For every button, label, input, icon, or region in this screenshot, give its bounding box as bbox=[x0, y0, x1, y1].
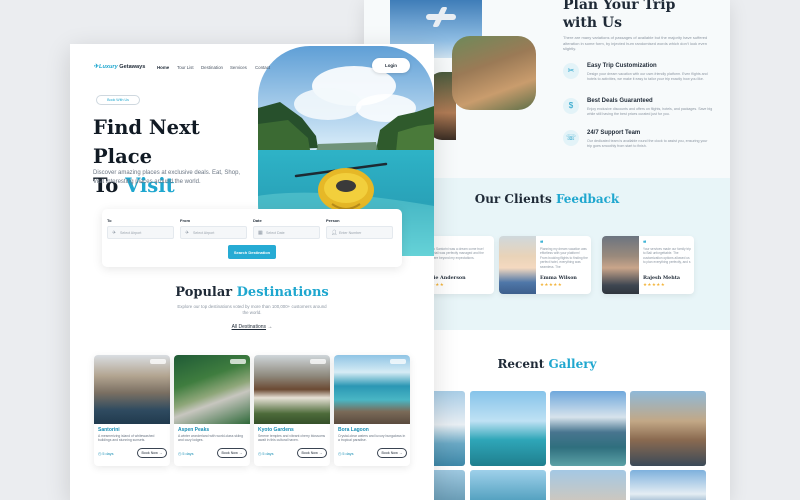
book-with-us-pill: Book With Us bbox=[96, 95, 140, 105]
nav-services[interactable]: Services bbox=[230, 65, 247, 70]
login-button[interactable]: Login bbox=[372, 58, 410, 73]
arrow-right-icon: → bbox=[267, 324, 273, 330]
feature-description: Design your dream vacation with our user… bbox=[587, 72, 708, 81]
duration-label: ◷ 5 days bbox=[338, 452, 354, 456]
search-widget: To ✈ Select Airport From ✈ Select Airpor… bbox=[102, 209, 402, 267]
reviewer-photo bbox=[602, 236, 639, 294]
gallery-photo[interactable] bbox=[630, 470, 706, 500]
plane-icon: ✈ bbox=[185, 230, 190, 236]
clock-icon: ◷ bbox=[258, 452, 262, 456]
nav-tour-list[interactable]: Tour List bbox=[177, 65, 194, 70]
all-destinations-link[interactable]: All Destinations → bbox=[70, 324, 434, 330]
clock-icon: ◷ bbox=[98, 452, 102, 456]
field-label-person: Person bbox=[326, 218, 340, 223]
popular-destinations-title: Popular Destinations bbox=[175, 285, 329, 300]
tools-icon: ✂ bbox=[563, 63, 579, 79]
destination-photo bbox=[174, 355, 250, 424]
feature-title: Best Deals Guaranteed bbox=[587, 98, 653, 104]
duration-label: ◷ 5 days bbox=[98, 452, 114, 456]
destination-card[interactable]: Kyoto Gardens Serene temples and vibrant… bbox=[254, 355, 330, 466]
dollar-icon: $ bbox=[563, 98, 579, 114]
plane-icon: ✈ bbox=[112, 230, 117, 236]
card-description: A mesmerizing island of whitewashed buil… bbox=[98, 434, 155, 443]
gallery-photo[interactable] bbox=[470, 470, 546, 500]
nav-contact[interactable]: Contact bbox=[255, 65, 270, 70]
book-now-button[interactable]: Book Now → bbox=[377, 448, 407, 458]
rating-stars: ★★★★★ bbox=[540, 282, 563, 287]
card-badge bbox=[230, 359, 246, 364]
destination-photo bbox=[254, 355, 330, 424]
destination-card[interactable]: Bora Lagoon Crystal-clear waters and lux… bbox=[334, 355, 410, 466]
destination-card[interactable]: Santorini A mesmerizing island of whitew… bbox=[94, 355, 170, 466]
gallery-photo[interactable] bbox=[550, 391, 626, 466]
support-icon: ☏ bbox=[563, 130, 579, 146]
duration-label: ◷ 5 days bbox=[178, 452, 194, 456]
travelers-group-photo bbox=[452, 36, 536, 110]
field-label-date: Date bbox=[253, 218, 262, 223]
reviewer-name: Rajesh Mehta bbox=[643, 275, 681, 281]
reviewer-photo bbox=[499, 236, 536, 294]
gallery-photo[interactable] bbox=[630, 391, 706, 466]
review-card: ❝ Planning my dream vacation was effortl… bbox=[499, 236, 591, 294]
feature-description: Our dedicated team is available round th… bbox=[587, 139, 708, 148]
book-now-button[interactable]: Book Now → bbox=[137, 448, 167, 458]
to-airport-select[interactable]: ✈ Select Airport bbox=[107, 226, 174, 239]
card-title: Santorini bbox=[98, 427, 120, 433]
rating-stars: ★★★★★ bbox=[643, 282, 666, 287]
clock-icon: ◷ bbox=[338, 452, 342, 456]
from-airport-select[interactable]: ✈ Select Airport bbox=[180, 226, 247, 239]
destination-photo bbox=[334, 355, 410, 424]
popular-destinations-description: Explore our top destinations voted by mo… bbox=[177, 304, 327, 316]
book-now-button[interactable]: Book Now → bbox=[217, 448, 247, 458]
reviewer-name: Emma Wilson bbox=[540, 275, 577, 281]
card-badge bbox=[310, 359, 326, 364]
field-label-from: From bbox=[180, 218, 190, 223]
user-icon: 👤︎ bbox=[331, 230, 338, 236]
review-text: Your services made our family trip to Ba… bbox=[643, 247, 691, 265]
quote-icon: ❝ bbox=[540, 241, 544, 247]
date-picker[interactable]: ▦ Select Date bbox=[253, 226, 320, 239]
plan-title: Plan Your Trip with Us bbox=[563, 0, 676, 31]
feature-title: Easy Trip Customization bbox=[587, 63, 657, 69]
review-card: ❝ Your services made our family trip to … bbox=[602, 236, 694, 294]
feature-title: 24/7 Support Team bbox=[587, 130, 641, 136]
person-count-input[interactable]: 👤︎ Enter Number bbox=[326, 226, 393, 239]
search-destination-button[interactable]: Search Destination bbox=[228, 245, 276, 259]
card-description: Crystal-clear waters and luxury bungalow… bbox=[338, 434, 406, 443]
review-text: Planning my dream vacation was effortles… bbox=[540, 247, 588, 269]
brand-logo[interactable]: ✈Luxury Getaways bbox=[94, 63, 145, 70]
clock-icon: ◷ bbox=[178, 452, 182, 456]
field-label-to: To bbox=[107, 218, 112, 223]
nav-destination[interactable]: Destination bbox=[201, 65, 223, 70]
card-description: Serene temples and vibrant cherry blosso… bbox=[258, 434, 326, 443]
hero-description: Discover amazing places at exclusive dea… bbox=[93, 170, 241, 185]
landing-page: ✈Luxury Getaways Home Tour List Destinat… bbox=[70, 44, 434, 500]
airplane-icon bbox=[426, 14, 456, 20]
card-badge bbox=[150, 359, 166, 364]
gallery-photo[interactable] bbox=[550, 470, 626, 500]
calendar-icon: ▦ bbox=[258, 230, 263, 236]
feature-description: Enjoy exclusive discounts and offers on … bbox=[587, 107, 713, 116]
duration-label: ◷ 5 days bbox=[258, 452, 274, 456]
plan-description: There are many variations of passages of… bbox=[563, 35, 708, 51]
card-title: Kyoto Gardens bbox=[258, 427, 294, 433]
card-title: Bora Lagoon bbox=[338, 427, 369, 433]
card-badge bbox=[390, 359, 406, 364]
book-now-button[interactable]: Book Now → bbox=[297, 448, 327, 458]
card-title: Aspen Peaks bbox=[178, 427, 210, 433]
destination-photo bbox=[94, 355, 170, 424]
quote-icon: ❝ bbox=[643, 241, 647, 247]
nav-home[interactable]: Home bbox=[157, 65, 169, 70]
gallery-photo[interactable] bbox=[470, 391, 546, 466]
destination-card[interactable]: Aspen Peaks A winter wonderland with wor… bbox=[174, 355, 250, 466]
card-description: A winter wonderland with world-class ski… bbox=[178, 434, 244, 443]
